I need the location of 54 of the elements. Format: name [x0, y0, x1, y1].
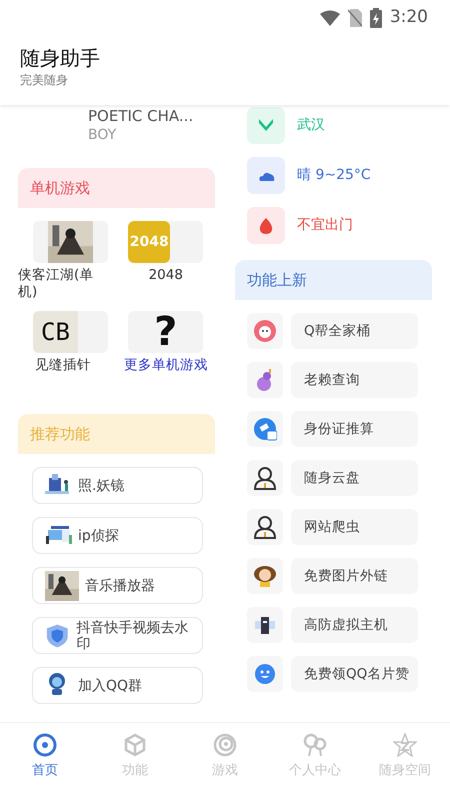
section-header: 推荐功能 — [18, 414, 215, 454]
balloons-icon — [303, 733, 327, 757]
wifi-icon — [320, 10, 340, 26]
feature-button[interactable]: 身份证推算 — [291, 411, 418, 447]
no-sim-icon — [348, 8, 362, 26]
feature-icon-tile[interactable] — [247, 656, 283, 692]
person-icon — [253, 466, 277, 490]
chat-bubble-icon — [253, 417, 277, 441]
weather-text: 晴 9~25°C — [297, 166, 371, 185]
feature-icon-tile[interactable] — [247, 313, 283, 349]
feature-icon-tile[interactable] — [247, 509, 283, 545]
song-artist: BOY — [88, 126, 118, 145]
feature-button[interactable]: ip侦探 — [32, 517, 203, 554]
nav-tab[interactable]: 首页 — [0, 723, 90, 800]
feature-button[interactable]: 照.妖镜 — [32, 467, 203, 504]
feature-button[interactable]: 免费领QQ名片赞 — [291, 656, 418, 692]
girl-silhouette-icon — [253, 564, 277, 588]
spiral-icon — [213, 733, 237, 757]
game-label[interactable]: 见缝插针 — [18, 357, 108, 374]
section-header: 单机游戏 — [18, 168, 215, 208]
feature-button[interactable]: 随身云盘 — [291, 460, 418, 496]
game-label[interactable]: 侠客江湖(单机) — [18, 267, 108, 301]
feature-icon-tile[interactable] — [247, 460, 283, 496]
game-tile[interactable] — [33, 221, 108, 263]
feature-icon-tile[interactable] — [247, 362, 283, 398]
star-icon — [393, 733, 417, 757]
song-title[interactable]: POETIC CHA... — [88, 107, 215, 125]
game-label[interactable]: 更多单机游戏 — [124, 357, 208, 374]
feature-button[interactable]: 网站爬虫 — [291, 509, 418, 545]
feature-button[interactable]: 高防虚拟主机 — [291, 607, 418, 643]
person-icon — [253, 515, 277, 539]
section-header: 功能上新 — [235, 260, 432, 300]
battery-icon — [370, 8, 382, 28]
game-tile[interactable]: ? — [128, 311, 204, 353]
weather-text: 不宜出门 — [297, 216, 353, 235]
smiley-icon — [253, 662, 277, 686]
home-target-icon — [33, 733, 57, 757]
app-title: 随身助手 — [20, 45, 101, 71]
feature-button[interactable]: 音乐播放器 — [32, 567, 203, 604]
feature-button[interactable]: 老赖查询 — [291, 362, 418, 398]
status-time: 3:20 — [390, 6, 428, 29]
game-label[interactable]: 2048 — [148, 267, 183, 284]
feature-icon-tile[interactable] — [247, 411, 283, 447]
cube-icon — [123, 733, 147, 757]
feature-button[interactable]: 免费图片外链 — [291, 558, 418, 594]
weather-text: 武汉 — [297, 116, 325, 135]
feature-button[interactable]: 加入QQ群 — [32, 667, 203, 704]
feature-button[interactable]: Q帮全家桶 — [291, 313, 418, 349]
feature-icon-tile[interactable] — [247, 558, 283, 594]
feature-icon-tile[interactable] — [247, 607, 283, 643]
game-tile[interactable]: CB — [33, 311, 108, 353]
feature-button[interactable]: 抖音快手视频去水印 — [32, 617, 203, 654]
shield-icon — [45, 622, 71, 649]
app-subtitle: 完美随身 — [20, 72, 69, 89]
